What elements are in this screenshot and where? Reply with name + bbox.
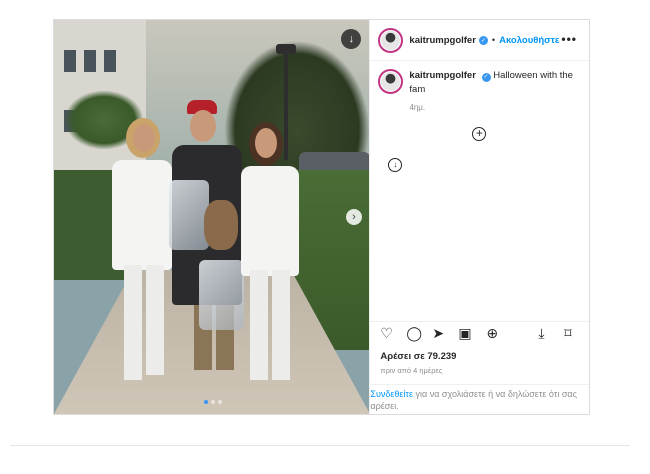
verified-icon: ✓: [478, 35, 488, 45]
carousel-dot: [218, 400, 222, 404]
comment-icon[interactable]: ◯: [406, 325, 422, 341]
bookmark-icon[interactable]: ⌑: [564, 325, 571, 341]
carousel-dots: [204, 400, 222, 404]
likes-count[interactable]: Αρέσει σε 79.239: [380, 351, 456, 362]
username[interactable]: kaitrumpgolfer: [409, 35, 476, 46]
download-icon[interactable]: ↓: [388, 158, 403, 172]
caption-time: 4ημ.: [409, 103, 426, 112]
instagram-post: ↓ › kaitrumpgolfer ✓ • Ακολουθήστε ••• k…: [53, 19, 590, 415]
divider: [10, 445, 630, 446]
post-side-panel: kaitrumpgolfer ✓ • Ακολουθήστε ••• kaitr…: [369, 20, 590, 414]
avatar[interactable]: [378, 27, 404, 53]
carousel-dot: [211, 400, 215, 404]
street-lamp: [284, 50, 288, 160]
remix-icon[interactable]: ⊕: [486, 325, 498, 341]
post-date: πριν από 4 ημέρες: [380, 366, 443, 375]
login-prompt: Συνδεθείτε για να σχολιάσετε ή να δηλώσε…: [370, 384, 590, 414]
gift-icon[interactable]: ▣: [458, 325, 471, 341]
plus-icon[interactable]: +: [472, 127, 487, 141]
carousel-dot: [204, 400, 208, 404]
share-icon[interactable]: ➤: [432, 325, 444, 341]
dog: [204, 200, 238, 250]
verified-icon: ✓: [481, 72, 491, 82]
post-photo[interactable]: ↓ ›: [54, 20, 370, 414]
post-header: kaitrumpgolfer ✓ • Ακολουθήστε •••: [370, 20, 589, 61]
caption-avatar[interactable]: [378, 69, 404, 94]
more-options-icon[interactable]: •••: [561, 32, 577, 46]
caption-username[interactable]: kaitrumpgolfer: [409, 70, 476, 81]
like-icon[interactable]: ♡: [380, 325, 393, 341]
save-download-icon[interactable]: ⤓: [538, 325, 544, 341]
caption-block: kaitrumpgolfer ✓ Halloween with the fam …: [370, 61, 589, 115]
login-link[interactable]: Συνδεθείτε: [370, 389, 413, 399]
separator-dot: •: [491, 35, 496, 45]
follow-button[interactable]: Ακολουθήστε: [499, 35, 559, 46]
action-bar: ♡ ◯ ➤ ▣ ⊕ ⤓ ⌑: [370, 321, 590, 346]
next-slide-button[interactable]: ›: [346, 209, 362, 225]
